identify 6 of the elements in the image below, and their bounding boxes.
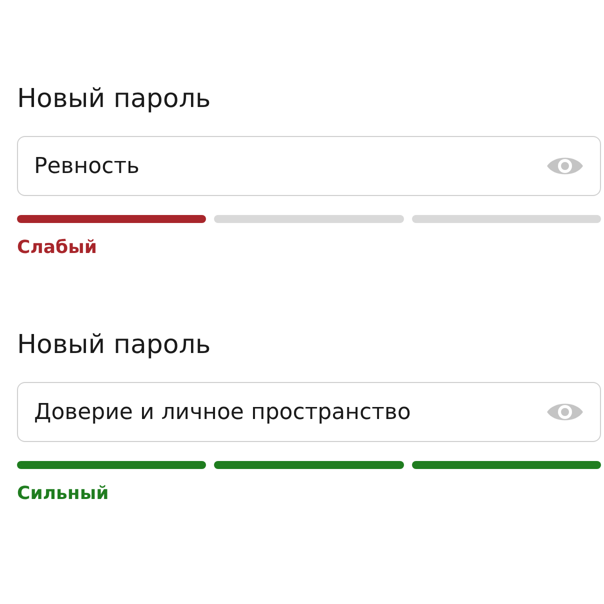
password-field[interactable]: Доверие и личное пространство bbox=[17, 382, 601, 442]
strength-label: Слабый bbox=[17, 237, 98, 258]
field-label: Новый пароль bbox=[17, 84, 212, 114]
password-field[interactable]: Ревность bbox=[17, 136, 601, 196]
strength-label: Сильный bbox=[17, 483, 110, 504]
field-label: Новый пароль bbox=[17, 330, 212, 360]
